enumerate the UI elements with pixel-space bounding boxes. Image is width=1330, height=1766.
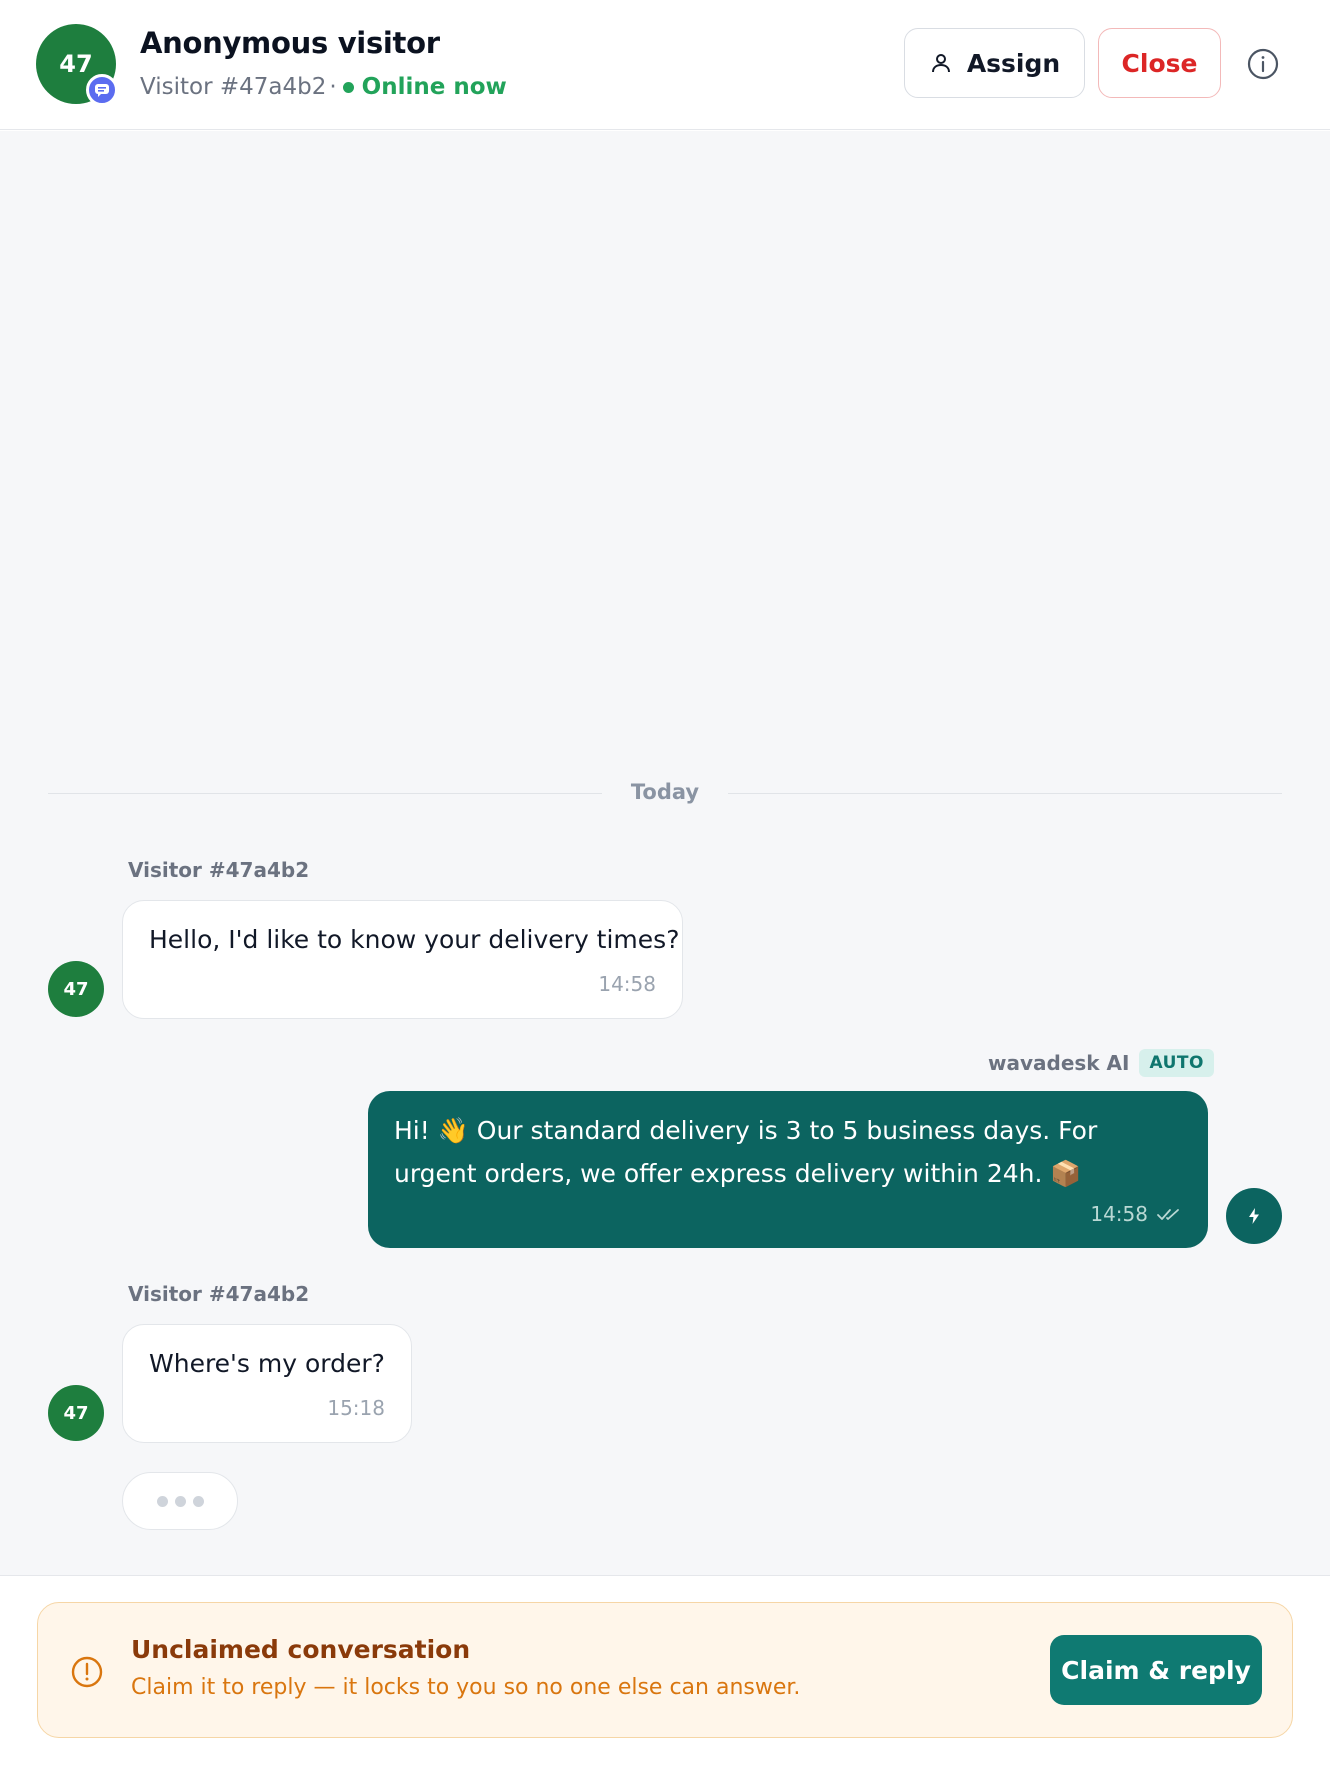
typing-indicator	[122, 1472, 238, 1530]
ai-sender-name: wavadesk AI	[988, 1051, 1130, 1075]
ai-avatar	[1226, 1188, 1282, 1244]
message-time: 14:58	[1090, 1202, 1148, 1226]
message-meta: 14:58	[1090, 1202, 1182, 1226]
chat-channel-icon	[86, 74, 118, 106]
message-text: Hello, I'd like to know your delivery ti…	[149, 925, 680, 954]
lightning-icon	[1249, 1208, 1259, 1224]
visitor-meta: Visitor #47a4b2 · Online now	[140, 74, 507, 100]
message-time: 15:18	[327, 1396, 385, 1420]
meta-separator: ·	[329, 74, 337, 100]
auto-badge: AUTO	[1139, 1049, 1214, 1077]
info-icon[interactable]	[1244, 45, 1282, 83]
message-text: Hi! 👋 Our standard delivery is 3 to 5 bu…	[394, 1116, 1098, 1188]
close-conversation-button[interactable]: Close	[1098, 28, 1221, 98]
avatar-initials: 47	[63, 978, 89, 1000]
warning-icon	[71, 1656, 103, 1688]
visitor-avatar-initials: 47	[59, 50, 93, 78]
message-time: 14:58	[598, 972, 656, 996]
assign-button[interactable]: Assign	[904, 28, 1085, 98]
assign-button-label: Assign	[966, 48, 1061, 78]
message-thread[interactable]: Today Visitor #47a4b2 Hello, I'd like to…	[0, 131, 1330, 1576]
message-sender: Visitor #47a4b2	[128, 1282, 310, 1306]
message-text: Where's my order?	[149, 1349, 385, 1378]
visitor-name: Anonymous visitor	[140, 26, 440, 60]
visitor-id: Visitor #47a4b2	[140, 74, 327, 100]
message-sender: Visitor #47a4b2	[128, 858, 310, 882]
visitor-message: Hello, I'd like to know your delivery ti…	[122, 900, 683, 1019]
close-button-label: Close	[1121, 48, 1198, 78]
visitor-avatar-small: 47	[48, 961, 104, 1017]
visitor-avatar-small: 47	[48, 1385, 104, 1441]
unclaimed-banner: Unclaimed conversation Claim it to reply…	[37, 1602, 1293, 1738]
avatar-initials: 47	[63, 1402, 89, 1424]
date-divider: Today	[48, 779, 1282, 809]
online-status-dot	[342, 81, 354, 93]
user-icon	[931, 54, 950, 73]
visitor-message: Where's my order? 15:18	[122, 1324, 412, 1443]
banner-text: Claim it to reply — it locks to you so n…	[131, 1675, 801, 1700]
claim-reply-button[interactable]: Claim & reply	[1050, 1635, 1262, 1705]
claim-button-label: Claim & reply	[1061, 1655, 1251, 1685]
date-divider-label: Today	[630, 780, 700, 804]
banner-title: Unclaimed conversation	[131, 1635, 471, 1664]
conversation-header: 47 Anonymous visitor Visitor #47a4b2 · O…	[0, 0, 1330, 130]
double-check-icon	[1157, 1209, 1179, 1220]
ai-sender-row: wavadesk AI AUTO	[988, 1049, 1214, 1077]
ai-message: Hi! 👋 Our standard delivery is 3 to 5 bu…	[368, 1091, 1208, 1248]
composer-area: Unclaimed conversation Claim it to reply…	[0, 1577, 1330, 1766]
online-status: Online now	[361, 74, 507, 100]
